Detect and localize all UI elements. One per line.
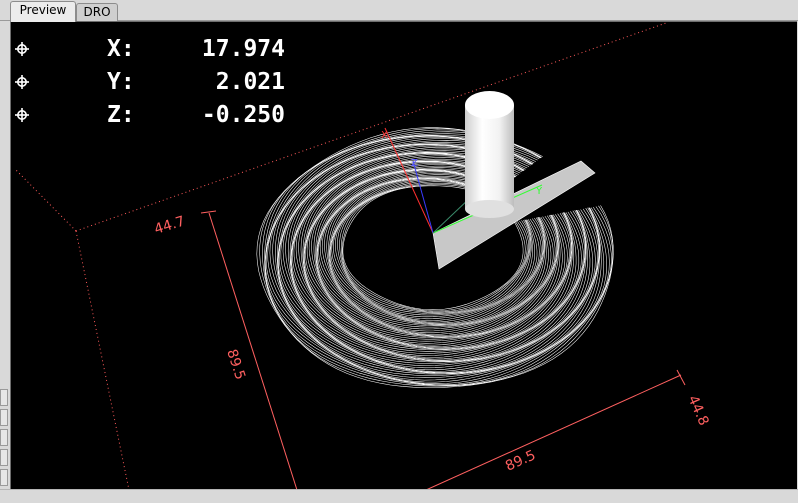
dro-y-value: 2.021 <box>215 69 285 95</box>
tab-bar: Preview DRO <box>0 0 798 22</box>
left-panel-button[interactable] <box>0 389 8 406</box>
dro-z-label: Z: <box>107 102 135 128</box>
left-panel-button[interactable] <box>0 429 8 446</box>
dimension-labels: 44.7 89.5 89.5 44.8 <box>152 213 711 474</box>
left-panel-edge <box>0 21 10 502</box>
dim-left-side: 89.5 <box>223 347 248 382</box>
axis-y-label: Y <box>535 186 543 197</box>
toolpath-ring <box>256 127 614 388</box>
left-panel-button[interactable] <box>0 409 8 426</box>
dim-bottom-side: 89.5 <box>503 447 538 474</box>
preview-viewport[interactable]: X Z Y 44.7 89.5 89.5 44.8 X: 17.974 Y: 2… <box>10 21 797 490</box>
tool-cylinder <box>465 91 514 218</box>
tab-preview[interactable]: Preview <box>10 1 76 22</box>
left-panel-button[interactable] <box>0 469 8 486</box>
dro-z-value: -0.250 <box>201 102 285 128</box>
crosshair-icon <box>15 75 29 89</box>
dim-right-side: 44.8 <box>684 393 711 428</box>
dro-y-label: Y: <box>107 69 135 95</box>
bottom-bar <box>0 489 798 503</box>
toolpath-pass <box>269 136 600 376</box>
left-panel-button[interactable] <box>0 449 8 466</box>
dim-top-left: 44.7 <box>152 213 186 237</box>
crosshair-icon <box>15 42 29 56</box>
axis-z-label: Z <box>411 158 418 169</box>
tab-dro[interactable]: DRO <box>76 3 118 21</box>
crosshair-icon <box>15 108 29 122</box>
dro-x-label: X: <box>107 36 135 62</box>
dro-x-value: 17.974 <box>201 36 285 62</box>
axis-x-label: X <box>381 130 388 141</box>
